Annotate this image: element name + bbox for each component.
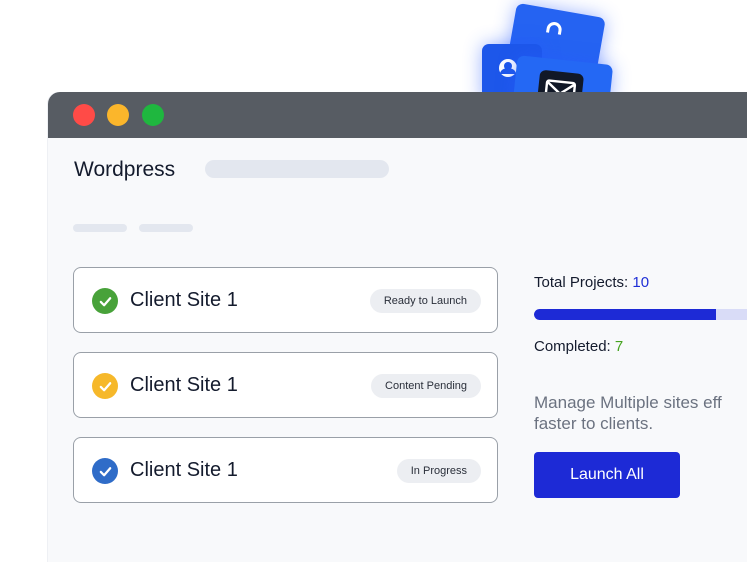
total-projects-value: 10	[632, 274, 650, 291]
completed-value: 7	[614, 338, 624, 355]
check-icon	[92, 288, 118, 314]
description-text: Manage Multiple sites eff faster to clie…	[534, 393, 722, 433]
site-name: Client Site 1	[130, 459, 238, 481]
check-icon	[92, 373, 118, 399]
site-name: Client Site 1	[130, 289, 238, 311]
launch-all-button[interactable]: Launch All	[534, 452, 680, 498]
nav-placeholder-2	[139, 224, 193, 232]
close-window-button[interactable]	[73, 104, 95, 126]
status-badge: Ready to Launch	[369, 289, 481, 313]
maximize-window-button[interactable]	[142, 104, 164, 126]
completed-label: Completed:	[534, 338, 611, 355]
total-projects: Total Projects: 10	[534, 274, 649, 291]
site-card-in-progress[interactable]: Client Site 1 In Progress	[73, 437, 498, 503]
page-title: Wordpress	[74, 158, 176, 181]
browser-window: Wordpress Client Site 1 Ready to Launch …	[48, 92, 747, 562]
total-projects-label: Total Projects:	[534, 274, 629, 291]
progress-bar	[534, 309, 747, 320]
check-icon	[92, 458, 118, 484]
status-badge: In Progress	[396, 459, 481, 483]
site-card-content-pending[interactable]: Client Site 1 Content Pending	[73, 352, 498, 418]
title-placeholder-bar	[205, 160, 389, 178]
nav-placeholder-1	[73, 224, 127, 232]
site-card-ready[interactable]: Client Site 1 Ready to Launch	[73, 267, 498, 333]
lock-icon	[546, 22, 562, 35]
status-badge: Content Pending	[371, 374, 481, 398]
minimize-window-button[interactable]	[107, 104, 129, 126]
progress-bar-fill	[534, 309, 716, 320]
site-name: Client Site 1	[130, 374, 238, 396]
completed-projects: Completed: 7	[534, 338, 623, 355]
window-titlebar	[48, 92, 747, 138]
